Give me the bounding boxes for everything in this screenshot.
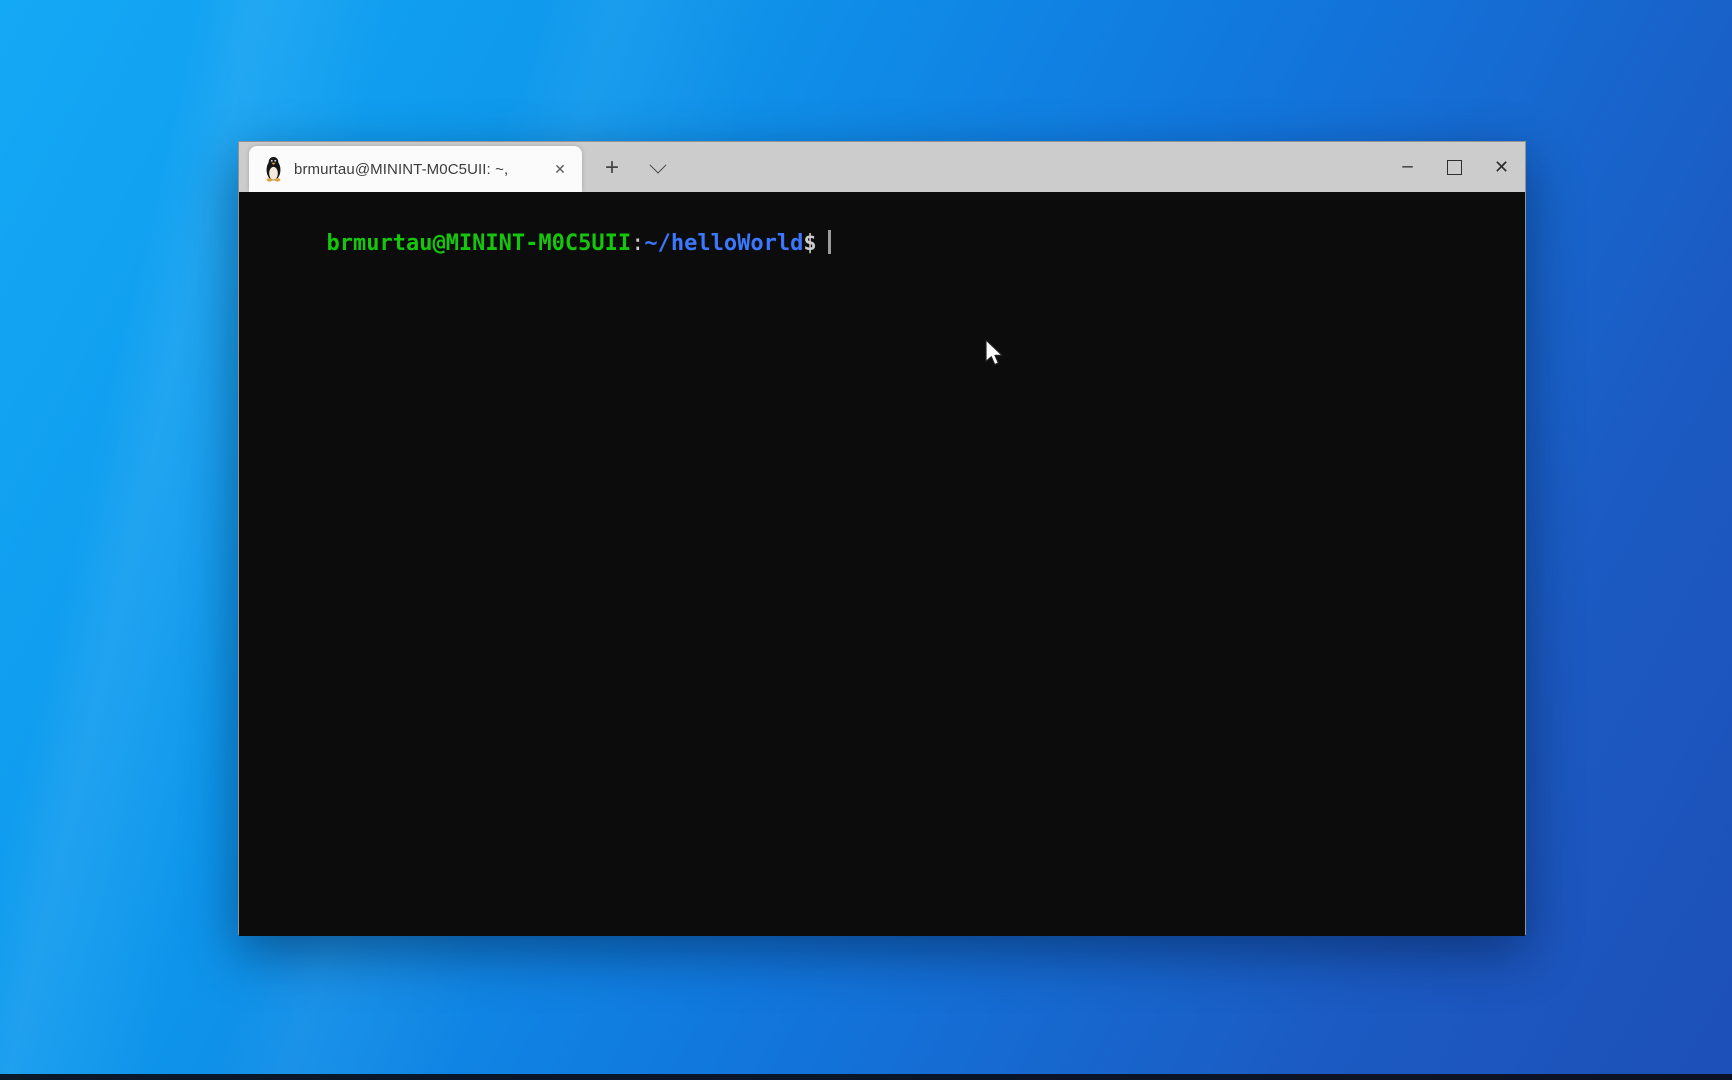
prompt-colon: : [631, 231, 644, 256]
shell-prompt: brmurtau@MININT-M0C5UII:~/helloWorld$ [326, 231, 830, 256]
window-titlebar[interactable]: brmurtau@MININT-M0C5UII: ~, ✕ + – ✕ [239, 142, 1525, 192]
window-controls: – ✕ [1384, 142, 1525, 192]
new-tab-button[interactable]: + [595, 151, 629, 185]
screen-bottom-edge [0, 1074, 1732, 1080]
close-button[interactable]: ✕ [1478, 142, 1525, 192]
prompt-dollar-sign: $ [803, 231, 816, 256]
tab-dropdown-button[interactable] [641, 151, 675, 185]
minimize-button[interactable]: – [1384, 142, 1431, 192]
terminal-content[interactable]: brmurtau@MININT-M0C5UII:~/helloWorld$ [239, 192, 1525, 936]
tux-linux-penguin-icon [263, 156, 284, 182]
prompt-path: ~/helloWorld [644, 231, 803, 256]
terminal-tab[interactable]: brmurtau@MININT-M0C5UII: ~, ✕ [249, 146, 582, 192]
terminal-window: brmurtau@MININT-M0C5UII: ~, ✕ + – ✕ brmu… [238, 141, 1526, 935]
maximize-button[interactable] [1431, 142, 1478, 192]
desktop[interactable]: brmurtau@MININT-M0C5UII: ~, ✕ + – ✕ brmu… [0, 0, 1732, 1080]
tab-close-icon[interactable]: ✕ [546, 155, 574, 183]
tab-title: brmurtau@MININT-M0C5UII: ~, [294, 161, 546, 178]
maximize-square-icon [1447, 160, 1462, 175]
prompt-user-host: brmurtau@MININT-M0C5UII [326, 231, 631, 256]
chevron-down-icon [650, 157, 667, 174]
terminal-cursor [828, 230, 831, 254]
